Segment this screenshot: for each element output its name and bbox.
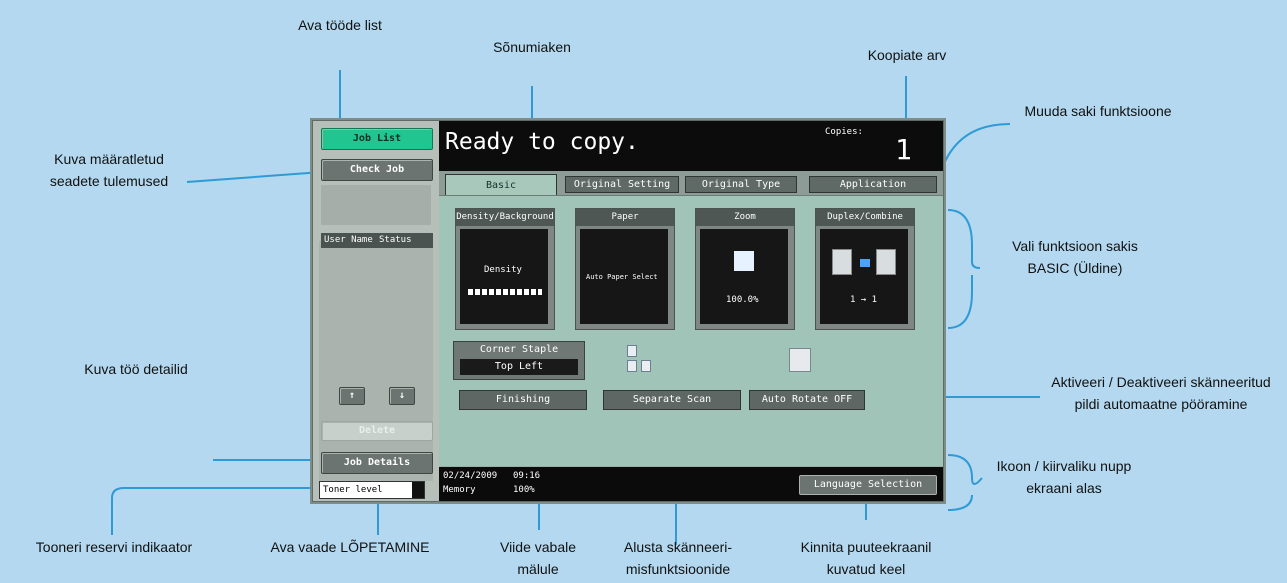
basic-tab-content: Density/Background Density Paper Auto Pa… bbox=[439, 195, 943, 466]
density-title: Density/Background bbox=[456, 209, 554, 226]
finishing-setting-title: Corner Staple bbox=[479, 344, 559, 355]
separate-scan-icon-2 bbox=[627, 360, 637, 372]
arrow-right-icon bbox=[860, 259, 870, 267]
separate-scan-icon bbox=[627, 345, 637, 357]
zoom-title: Zoom bbox=[696, 209, 794, 226]
callout-language-line2: kuvatud keel bbox=[826, 561, 906, 577]
left-panel: Job List Check Job User Name Status ↑ ↓ … bbox=[313, 121, 439, 501]
tab-basic[interactable]: Basic bbox=[445, 174, 557, 196]
paper-function-button[interactable]: Paper Auto Paper Select bbox=[575, 208, 675, 330]
check-job-button[interactable]: Check Job bbox=[321, 159, 433, 181]
density-body: Density bbox=[460, 229, 548, 324]
callout-memory-line2: mälule bbox=[517, 561, 559, 577]
callout-message-window: Sõnumiaken bbox=[493, 39, 571, 55]
status-column: Status bbox=[379, 235, 412, 245]
date-display: 02/24/2009 bbox=[443, 471, 498, 481]
callout-job-details: Kuva töö detailid bbox=[84, 361, 188, 377]
separate-scan-icon-3 bbox=[641, 360, 651, 372]
zoom-page-icon bbox=[734, 251, 754, 271]
callout-separate-scan-line1: Alusta skänneeri- bbox=[623, 539, 733, 555]
duplex-title: Duplex/Combine bbox=[816, 209, 914, 226]
language-selection-button[interactable]: Language Selection bbox=[799, 475, 937, 495]
auto-rotate-icon bbox=[789, 348, 811, 372]
copy-page-icon bbox=[876, 249, 896, 275]
finishing-setting-value: Top Left bbox=[460, 359, 578, 375]
density-label: Density bbox=[484, 265, 522, 275]
auto-rotate-button[interactable]: Auto Rotate OFF bbox=[749, 390, 865, 410]
callout-job-list: Ava tööde list bbox=[298, 17, 382, 33]
duplex-body: 1 → 1 bbox=[820, 229, 908, 324]
job-list-area[interactable] bbox=[319, 241, 433, 481]
density-level-icon bbox=[468, 289, 542, 295]
memory-label: Memory bbox=[443, 485, 476, 495]
callout-change-tab: Muuda saki funktsioone bbox=[1024, 103, 1172, 119]
density-function-button[interactable]: Density/Background Density bbox=[455, 208, 555, 330]
zoom-function-button[interactable]: Zoom 100.0% bbox=[695, 208, 795, 330]
callout-select-function-line1: Vali funktsioon sakis bbox=[1012, 238, 1138, 254]
callout-finishing: Ava vaade LÕPETAMINE bbox=[270, 539, 430, 555]
tab-original-type[interactable]: Original Type bbox=[685, 176, 797, 193]
job-details-button[interactable]: Job Details bbox=[321, 452, 433, 474]
scroll-down-button[interactable]: ↓ bbox=[389, 387, 415, 405]
original-page-icon bbox=[832, 249, 852, 275]
callout-auto-rotate: Aktiveeri / Deaktiveeri skänneeritud pil… bbox=[1036, 371, 1286, 415]
callout-show-results-line1: Kuva määratletud bbox=[54, 151, 164, 167]
job-list-button[interactable]: Job List bbox=[321, 128, 433, 150]
tab-application[interactable]: Application bbox=[809, 176, 937, 193]
callout-select-function-line2: BASIC (Üldine) bbox=[1027, 260, 1123, 276]
callout-separate-scan-line2: misfunktsioonide bbox=[625, 561, 731, 577]
toner-level-label: Toner level bbox=[323, 485, 383, 495]
memory-value: 100% bbox=[513, 485, 535, 495]
tab-bar: Basic Original Setting Original Type App… bbox=[439, 171, 943, 196]
left-info-area bbox=[321, 185, 431, 225]
copies-label: Copies: bbox=[825, 127, 863, 137]
toner-level-indicator: Toner level bbox=[319, 481, 425, 499]
paper-body: Auto Paper Select bbox=[580, 229, 668, 324]
callout-auto-rotate-line2: pildi automaatne pööramine bbox=[1074, 396, 1248, 412]
callout-language-line1: Kinnita puuteekraanil bbox=[800, 539, 932, 555]
status-message: Ready to copy. bbox=[445, 129, 639, 155]
duplex-value: 1 → 1 bbox=[850, 295, 878, 305]
copies-value: 1 bbox=[895, 133, 912, 166]
callout-show-results: Kuva määratletud seadete tulemused bbox=[34, 148, 184, 192]
separate-scan-button[interactable]: Separate Scan bbox=[603, 390, 741, 410]
footer-bar: 02/24/2009 09:16 Memory 100% Language Se… bbox=[439, 467, 943, 501]
scroll-up-button[interactable]: ↑ bbox=[339, 387, 365, 405]
callout-icon-shortcut-line2: ekraani alas bbox=[1026, 480, 1102, 496]
zoom-body: 100.0% bbox=[700, 229, 788, 324]
callout-memory: Viide vabale mälule bbox=[488, 536, 588, 580]
finishing-setting-display: Corner Staple Top Left bbox=[453, 341, 585, 380]
job-list-header: User Name Status bbox=[321, 233, 433, 248]
callout-separate-scan: Alusta skänneeri- misfunktsioonide bbox=[608, 536, 748, 580]
callout-auto-rotate-line1: Aktiveeri / Deaktiveeri skänneeritud bbox=[1051, 374, 1271, 390]
message-header: Ready to copy. Copies: 1 bbox=[439, 121, 943, 171]
callout-copies: Koopiate arv bbox=[867, 47, 947, 63]
duplex-function-button[interactable]: Duplex/Combine 1 → 1 bbox=[815, 208, 915, 330]
time-display: 09:16 bbox=[513, 471, 541, 481]
callout-toner: Tooneri reservi indikaator bbox=[35, 539, 193, 555]
toner-level-bar bbox=[412, 482, 424, 498]
callout-language: Kinnita puuteekraanil kuvatud keel bbox=[788, 536, 944, 580]
paper-title: Paper bbox=[576, 209, 674, 226]
user-name-column: User Name bbox=[324, 235, 373, 245]
callout-select-function: Vali funktsioon sakis BASIC (Üldine) bbox=[990, 235, 1160, 279]
finishing-button[interactable]: Finishing bbox=[459, 390, 587, 410]
zoom-value: 100.0% bbox=[726, 295, 759, 305]
delete-button[interactable]: Delete bbox=[321, 421, 433, 441]
copier-touch-screen: Job List Check Job User Name Status ↑ ↓ … bbox=[312, 120, 944, 502]
callout-memory-line1: Viide vabale bbox=[499, 539, 577, 555]
callout-icon-shortcut: Ikoon / kiirvaliku nupp ekraani alas bbox=[984, 455, 1144, 499]
callout-icon-shortcut-line1: Ikoon / kiirvaliku nupp bbox=[996, 458, 1132, 474]
tab-original-setting[interactable]: Original Setting bbox=[565, 176, 679, 193]
paper-value: Auto Paper Select bbox=[586, 273, 658, 281]
callout-show-results-line2: seadete tulemused bbox=[49, 173, 169, 189]
